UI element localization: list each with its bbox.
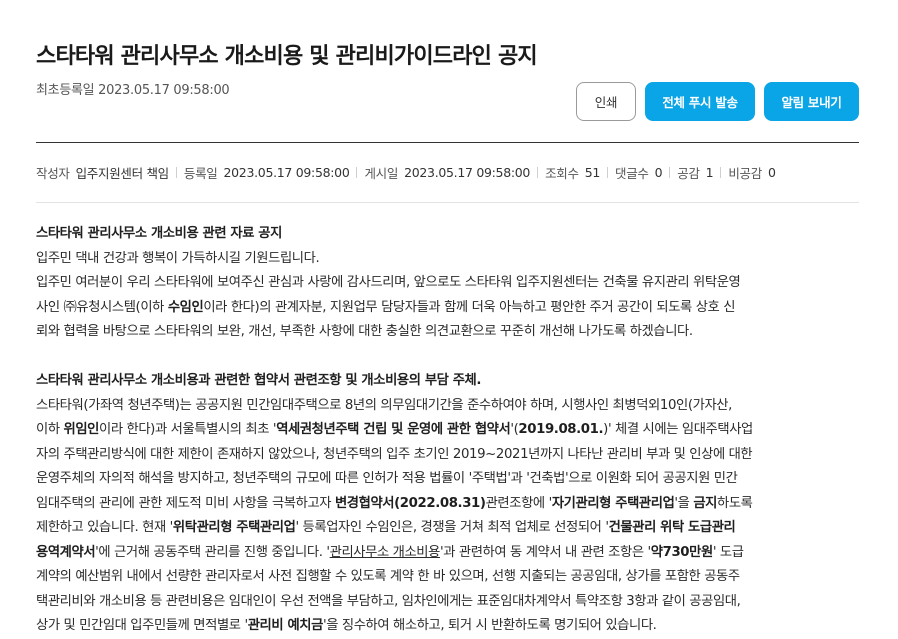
post-date-label: 게시일 [364, 166, 399, 181]
views-count: 51 [584, 165, 601, 180]
bold-term: 위탁관리형 주택관리업 [172, 520, 296, 535]
meta-separator [607, 167, 608, 178]
bold-term: 용역계약서 [36, 544, 96, 560]
likes-count: 1 [705, 165, 714, 180]
bold-term: 건물관리 위탁 도급관리 [608, 520, 736, 535]
meta-separator [175, 167, 177, 178]
text-run: 이라 한다)과 서울특별시의 최초 ' [99, 422, 277, 437]
text-run: ' 도급 [712, 544, 744, 560]
text-run: '을 [674, 495, 694, 511]
first-registered-date: 최초등록일 2023.05.17 09:58:00 [36, 83, 230, 98]
views-label: 조회수 [545, 166, 579, 181]
text-run: 임대주택의 관리에 관한 제도적 미비 사항을 극복하고자 [36, 495, 335, 511]
text-run: 하도록 [717, 495, 753, 511]
meta-divider [36, 202, 859, 203]
send-alarm-button[interactable]: 알림 보내기 [764, 82, 859, 121]
dislikes-label: 비공감 [728, 166, 762, 181]
text-run: 이라 한다)의 관계자분, 지원업무 담당자들과 함께 더욱 아늑하고 평안한 … [203, 299, 736, 315]
dislikes-count: 0 [767, 165, 776, 180]
body-line: 입주민 댁내 건강과 행복이 가득하시길 기원드립니다. [36, 250, 320, 266]
meta-separator [720, 167, 722, 178]
section-heading: 스타타워 관리사무소 개소비용과 관련한 협약서 관련조항 및 개소비용의 부담… [36, 373, 482, 388]
bold-term: 관리비 예치금 [247, 618, 324, 633]
notice-page: 스타타워 관리사무소 개소비용 및 관리비가이드라인 공지 최초등록일 2023… [0, 0, 898, 637]
body-line: 운영주체의 자의적 해석을 방지하고, 청년주택의 규모에 따른 인허가 적용 … [36, 471, 738, 486]
body-line: 택관리비와 개소비용 등 관련비용은 임대인이 우선 전액을 부담하고, 임차인… [36, 593, 741, 609]
author-label: 작성자 [36, 166, 70, 181]
bold-term: 자기관리형 주택관리업 [551, 495, 675, 511]
body-line: 이하 위임인이라 한다)과 서울특별시의 최초 '역세권청년주택 건립 및 운영… [36, 418, 866, 443]
body-line: 상가 및 민간임대 입주민들께 면적별로 '관리비 예치금'을 징수하여 해소하… [36, 614, 866, 639]
text-run: '과 관련하여 동 계약서 내 관련 조항은 ' [439, 544, 651, 560]
text-run: 이하 [36, 422, 64, 437]
meta-separator [669, 167, 671, 178]
reg-date-label: 등록일 [183, 166, 218, 181]
print-button[interactable]: 인쇄 [576, 82, 636, 121]
text-run: 관련조항에 ' [485, 495, 553, 511]
bold-term: 수임인 [167, 299, 204, 315]
meta-separator [356, 167, 358, 178]
comments-label: 댓글수 [615, 166, 649, 181]
bold-term: 위임인 [63, 422, 100, 437]
author-value: 입주지원센터 책임 [75, 166, 170, 181]
comments-count: 0 [654, 165, 663, 180]
page-title: 스타타워 관리사무소 개소비용 및 관리비가이드라인 공지 [36, 44, 538, 69]
body-line: 스타타워(가좌역 청년주택)는 공공지원 민간임대주택으로 8년의 의무임대기간… [36, 397, 732, 413]
body-line: 사인 ㈜유청시스템(이하 수임인이라 한다)의 관계자분, 지원업무 담당자들과… [36, 296, 866, 321]
body-line: 계약의 예산범위 내에서 선량한 관리자로서 사전 집행할 수 있도록 계약 한… [36, 569, 740, 584]
bold-term: 2019.08.01. [518, 422, 604, 437]
text-run: 제한하고 있습니다. 현재 ' [36, 520, 173, 535]
meta-separator [537, 167, 539, 178]
body-line: 자의 주택관리방식에 대한 제한이 존재하지 않았으나, 청년주택의 입주 초기… [36, 446, 753, 462]
text-run: '에 근거해 공동주택 관리를 진행 중입니다. ' [95, 544, 330, 560]
header-divider [36, 142, 859, 143]
bold-term: 약730만원 [650, 544, 713, 560]
post-body: 스타타워 관리사무소 개소비용 관련 자료 공지 입주민 댁내 건강과 행복이 … [36, 222, 866, 639]
text-run: 사인 ㈜유청시스템(이하 [36, 299, 168, 315]
body-line: 뢰와 협력을 바탕으로 스타타워의 보완, 개선, 부족한 사항에 대한 충실한… [36, 324, 693, 339]
bold-term: 변경협약서(2022.08.31) [334, 495, 486, 511]
reg-date-value: 2023.05.17 09:58:00 [223, 165, 350, 180]
text-run: ' 등록업자인 수임인은, 경쟁을 거쳐 최적 업체로 선정되어 ' [295, 520, 609, 535]
text-run: '을 징수하여 해소하고, 퇴거 시 반환하도록 명기되어 있습니다. [322, 618, 657, 633]
post-meta-bar: 작성자 입주지원센터 책임 등록일 2023.05.17 09:58:00 게시… [36, 163, 776, 182]
text-run: 상가 및 민간임대 입주민들께 면적별로 ' [36, 618, 248, 633]
push-all-button[interactable]: 전체 푸시 발송 [645, 82, 755, 121]
body-line: 제한하고 있습니다. 현재 '위탁관리형 주택관리업' 등록업자인 수임인은, … [36, 516, 866, 541]
body-line: 입주민 여러분이 우리 스타타워에 보여주신 관심과 사랑에 감사드리며, 앞으… [36, 275, 741, 290]
post-date-value: 2023.05.17 09:58:00 [404, 165, 531, 180]
section-heading: 스타타워 관리사무소 개소비용 관련 자료 공지 [36, 226, 282, 241]
likes-label: 공감 [677, 166, 700, 181]
underlined-term: 관리사무소 개소비용 [329, 544, 441, 560]
body-line: 임대주택의 관리에 관한 제도적 미비 사항을 극복하고자 변경협약서(2022… [36, 492, 866, 517]
bold-term: 금지 [693, 495, 717, 511]
text-run: )' 체결 시에는 임대주택사업 [603, 422, 753, 437]
body-line: 용역계약서'에 근거해 공동주택 관리를 진행 중입니다. '관리사무소 개소비… [36, 541, 866, 566]
bold-term: 역세권청년주택 건립 및 운영에 관한 협약서 [276, 422, 511, 437]
